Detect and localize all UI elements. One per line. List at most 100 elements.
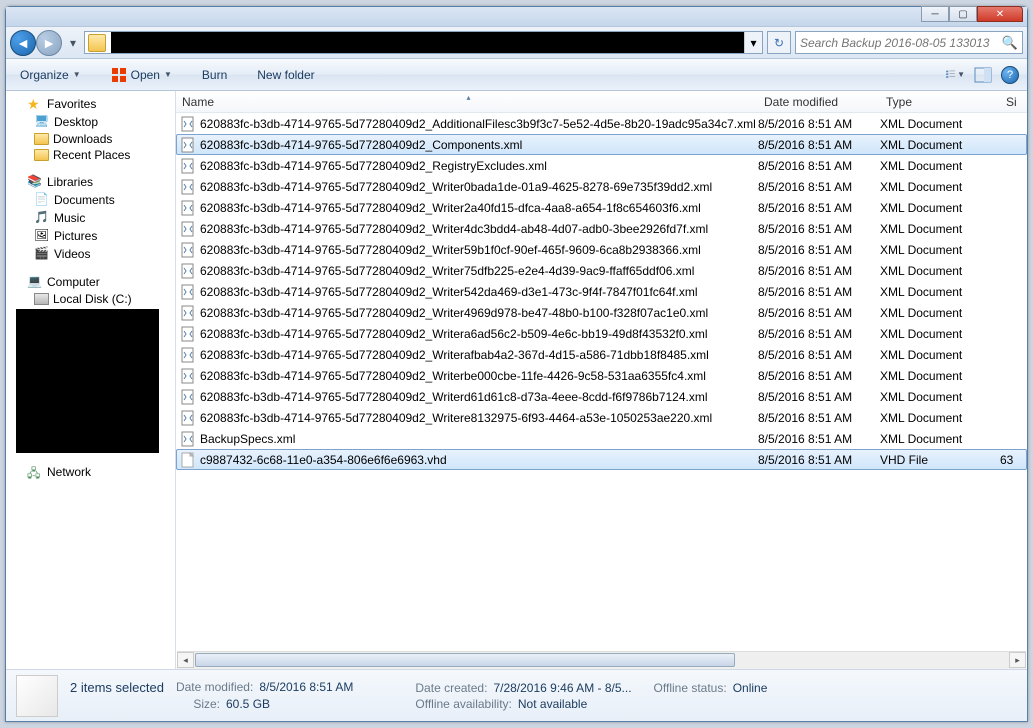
file-row[interactable]: BackupSpecs.xml8/5/2016 8:51 AMXML Docum… xyxy=(176,428,1027,449)
star-icon: ★ xyxy=(27,96,43,112)
redacted-block xyxy=(16,309,159,453)
open-button[interactable]: Open▼ xyxy=(105,63,178,87)
file-name: 620883fc-b3db-4714-9765-5d77280409d2_Wri… xyxy=(200,180,758,194)
computer-icon: 💻 xyxy=(27,274,43,290)
search-box[interactable]: 🔍 xyxy=(795,31,1023,54)
file-name: 620883fc-b3db-4714-9765-5d77280409d2_Wri… xyxy=(200,306,758,320)
file-row[interactable]: 620883fc-b3db-4714-9765-5d77280409d2_Com… xyxy=(176,134,1027,155)
file-row[interactable]: 620883fc-b3db-4714-9765-5d77280409d2_Wri… xyxy=(176,197,1027,218)
file-date: 8/5/2016 8:51 AM xyxy=(758,285,880,299)
new-folder-button[interactable]: New folder xyxy=(251,64,320,86)
xml-file-icon xyxy=(180,200,196,216)
column-type[interactable]: Type xyxy=(880,95,1000,109)
column-name[interactable]: Name▴ xyxy=(176,95,758,109)
organize-button[interactable]: Organize▼ xyxy=(14,64,87,86)
file-date: 8/5/2016 8:51 AM xyxy=(758,348,880,362)
file-date: 8/5/2016 8:51 AM xyxy=(758,327,880,341)
sidebar-item-desktop[interactable]: 🖥Desktop xyxy=(12,113,173,131)
file-date: 8/5/2016 8:51 AM xyxy=(758,264,880,278)
search-icon[interactable]: 🔍 xyxy=(1002,35,1018,51)
scroll-left-button[interactable]: ◂ xyxy=(177,652,194,668)
file-name: 620883fc-b3db-4714-9765-5d77280409d2_Reg… xyxy=(200,159,758,173)
file-row[interactable]: 620883fc-b3db-4714-9765-5d77280409d2_Wri… xyxy=(176,386,1027,407)
file-row[interactable]: 620883fc-b3db-4714-9765-5d77280409d2_Wri… xyxy=(176,302,1027,323)
sidebar-item-recent[interactable]: Recent Places xyxy=(12,147,173,163)
burn-button[interactable]: Burn xyxy=(196,64,233,86)
xml-file-icon xyxy=(180,242,196,258)
folder-icon xyxy=(34,149,49,161)
file-row[interactable]: 620883fc-b3db-4714-9765-5d77280409d2_Reg… xyxy=(176,155,1027,176)
address-dropdown[interactable]: ▾ xyxy=(744,32,762,53)
computer-header[interactable]: 💻Computer xyxy=(12,273,173,291)
search-input[interactable] xyxy=(800,36,1002,50)
file-row[interactable]: 620883fc-b3db-4714-9765-5d77280409d2_Wri… xyxy=(176,365,1027,386)
minimize-button[interactable]: ─ xyxy=(921,6,949,22)
xml-file-icon xyxy=(180,326,196,342)
scroll-thumb[interactable] xyxy=(195,653,735,667)
column-headers[interactable]: Name▴ Date modified Type Si xyxy=(176,91,1027,113)
selection-thumbnail xyxy=(16,675,58,717)
explorer-window: ─ ▢ ✕ ◄ ► ▾ ▾ ↻ 🔍 Organize▼ Open▼ Burn N… xyxy=(5,6,1028,722)
file-row[interactable]: 620883fc-b3db-4714-9765-5d77280409d2_Wri… xyxy=(176,176,1027,197)
file-name: 620883fc-b3db-4714-9765-5d77280409d2_Wri… xyxy=(200,369,758,383)
favorites-header[interactable]: ★Favorites xyxy=(12,95,173,113)
file-date: 8/5/2016 8:51 AM xyxy=(758,222,880,236)
maximize-button[interactable]: ▢ xyxy=(949,6,977,22)
sidebar-item-music[interactable]: 🎵Music xyxy=(12,209,173,227)
file-row[interactable]: 620883fc-b3db-4714-9765-5d77280409d2_Wri… xyxy=(176,344,1027,365)
file-list[interactable]: 620883fc-b3db-4714-9765-5d77280409d2_Add… xyxy=(176,113,1027,651)
libraries-header[interactable]: 📚Libraries xyxy=(12,173,173,191)
column-size[interactable]: Si xyxy=(1000,95,1020,109)
network-header[interactable]: 🖧Network xyxy=(12,463,173,481)
file-date: 8/5/2016 8:51 AM xyxy=(758,159,880,173)
sidebar-item-videos[interactable]: 🎬Videos xyxy=(12,245,173,263)
forward-button[interactable]: ► xyxy=(36,30,62,56)
xml-file-icon xyxy=(180,347,196,363)
address-bar[interactable]: ▾ xyxy=(84,31,763,54)
sidebar-item-documents[interactable]: 📄Documents xyxy=(12,191,173,209)
sidebar-item-downloads[interactable]: Downloads xyxy=(12,131,173,147)
command-bar: Organize▼ Open▼ Burn New folder ▼ ? xyxy=(6,59,1027,91)
file-name: BackupSpecs.xml xyxy=(200,432,758,446)
sidebar-item-pictures[interactable]: 🖼Pictures xyxy=(12,227,173,245)
file-date: 8/5/2016 8:51 AM xyxy=(758,453,880,467)
preview-pane-button[interactable] xyxy=(973,65,993,85)
back-button[interactable]: ◄ xyxy=(10,30,36,56)
file-row[interactable]: 620883fc-b3db-4714-9765-5d77280409d2_Wri… xyxy=(176,407,1027,428)
file-row[interactable]: 620883fc-b3db-4714-9765-5d77280409d2_Wri… xyxy=(176,323,1027,344)
file-type: XML Document xyxy=(880,390,1000,404)
help-button[interactable]: ? xyxy=(1001,66,1019,84)
file-type: XML Document xyxy=(880,285,1000,299)
column-date[interactable]: Date modified xyxy=(758,95,880,109)
videos-icon: 🎬 xyxy=(34,246,50,262)
horizontal-scrollbar[interactable]: ◂ ▸ xyxy=(177,651,1026,669)
refresh-button[interactable]: ↻ xyxy=(767,31,791,54)
file-date: 8/5/2016 8:51 AM xyxy=(758,390,880,404)
titlebar[interactable]: ─ ▢ ✕ xyxy=(6,7,1027,27)
xml-file-icon xyxy=(180,137,196,153)
file-row[interactable]: 620883fc-b3db-4714-9765-5d77280409d2_Wri… xyxy=(176,260,1027,281)
nav-history-dropdown[interactable]: ▾ xyxy=(66,36,80,50)
file-type: XML Document xyxy=(880,138,1000,152)
file-row[interactable]: 620883fc-b3db-4714-9765-5d77280409d2_Wri… xyxy=(176,218,1027,239)
file-row[interactable]: 620883fc-b3db-4714-9765-5d77280409d2_Wri… xyxy=(176,281,1027,302)
view-options-button[interactable]: ▼ xyxy=(945,65,965,85)
file-type: XML Document xyxy=(880,306,1000,320)
xml-file-icon xyxy=(180,158,196,174)
file-name: 620883fc-b3db-4714-9765-5d77280409d2_Wri… xyxy=(200,411,758,425)
sidebar-item-localdisk[interactable]: Local Disk (C:) xyxy=(12,291,173,307)
file-name: 620883fc-b3db-4714-9765-5d77280409d2_Wri… xyxy=(200,201,758,215)
file-row[interactable]: c9887432-6c68-11e0-a354-806e6f6e6963.vhd… xyxy=(176,449,1027,470)
file-name: 620883fc-b3db-4714-9765-5d77280409d2_Wri… xyxy=(200,327,758,341)
file-row[interactable]: 620883fc-b3db-4714-9765-5d77280409d2_Wri… xyxy=(176,239,1027,260)
file-type: XML Document xyxy=(880,369,1000,383)
scroll-right-button[interactable]: ▸ xyxy=(1009,652,1026,668)
file-row[interactable]: 620883fc-b3db-4714-9765-5d77280409d2_Add… xyxy=(176,113,1027,134)
navigation-pane: ★Favorites 🖥Desktop Downloads Recent Pla… xyxy=(6,91,176,669)
file-name: 620883fc-b3db-4714-9765-5d77280409d2_Wri… xyxy=(200,264,758,278)
file-list-pane: Name▴ Date modified Type Si 620883fc-b3d… xyxy=(176,91,1027,669)
close-button[interactable]: ✕ xyxy=(977,6,1023,22)
folder-icon xyxy=(34,133,49,145)
details-pane: 2 items selected Date modified: 8/5/2016… xyxy=(6,669,1027,721)
file-name: 620883fc-b3db-4714-9765-5d77280409d2_Add… xyxy=(200,117,758,131)
